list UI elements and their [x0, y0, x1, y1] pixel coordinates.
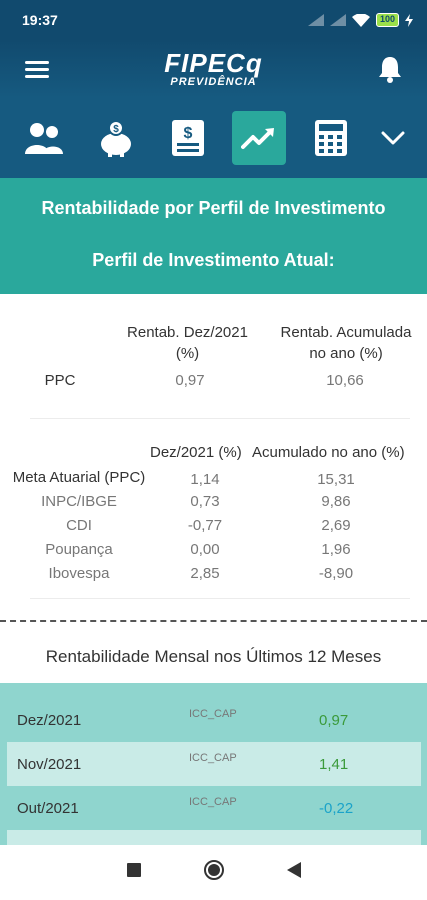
divider: [30, 418, 410, 419]
month-label: Nov/2021: [17, 756, 82, 773]
nav-participants[interactable]: [17, 111, 71, 165]
status-bar: 19:37 100: [0, 0, 427, 40]
status-icons: 100: [307, 13, 413, 27]
notifications-button[interactable]: [375, 54, 405, 84]
signal-icon-2: [329, 14, 346, 26]
index-acum-poupanca: 1,96: [321, 541, 351, 558]
month-label: Dez/2021: [17, 712, 82, 729]
profile-col2-header-line2: no ano (%): [309, 345, 383, 362]
profile-col1-header: Rentab. Dez/2021 (%): [110, 324, 265, 362]
nav-profitability[interactable]: [232, 111, 287, 165]
hamburger-icon: [25, 61, 49, 78]
circle-icon: [203, 860, 224, 880]
page-title: Rentabilidade por Perfil de Investimento: [41, 198, 386, 218]
index-acum-meta: 15,31: [317, 471, 355, 488]
profile-col1-header-line2: (%): [175, 345, 200, 362]
plan-label: ICC_CAP: [189, 796, 237, 808]
indices-table: Dez/2021 (%) Acumulado no ano (%) Meta A…: [0, 420, 427, 600]
divider: [30, 598, 410, 599]
app-header: FIPECq PREVIDÊNCIA: [0, 40, 427, 98]
back-button[interactable]: [286, 862, 301, 883]
document-dollar-icon: $: [171, 120, 204, 156]
plan-label: ICC_CAP: [189, 708, 237, 720]
battery-icon: 100: [375, 13, 399, 27]
index-acum-cdi: 2,69: [321, 517, 351, 534]
index-dez-inpc: 0,73: [190, 493, 220, 510]
list-item[interactable]: Dez/2021 ICC_CAP 0,97: [7, 698, 421, 742]
status-time: 19:37: [22, 12, 58, 28]
profile-col2-header-line1: Rentab. Acumulada: [280, 324, 412, 341]
svg-text:$: $: [113, 124, 119, 135]
wifi-icon: [351, 13, 370, 27]
home-button[interactable]: [203, 859, 225, 886]
signal-icon: [307, 14, 324, 26]
index-label-cdi: CDI: [66, 517, 92, 534]
square-icon: [126, 863, 141, 877]
month-label: Out/2021: [17, 800, 79, 817]
index-acum-ibovespa: -8,90: [318, 565, 354, 582]
profitability-banner: Rentabilidade por Perfil de Investimento…: [0, 178, 427, 294]
index-acum-inpc: 9,86: [321, 493, 351, 510]
calculator-icon: [315, 120, 348, 156]
nav-simulator[interactable]: [304, 111, 358, 165]
list-item-partial: [7, 830, 421, 845]
dashed-divider: [0, 620, 427, 622]
profile-col1-header-line1: Rentab. Dez/2021: [127, 324, 248, 341]
plan-label: ICC_CAP: [189, 752, 237, 764]
index-dez-meta: 1,14: [190, 471, 220, 488]
piggy-bank-icon: $: [100, 120, 131, 157]
list-item[interactable]: Nov/2021 ICC_CAP 1,41: [7, 742, 421, 786]
index-label-poupanca: Poupança: [45, 541, 113, 558]
profile-row-dez: 0,97: [175, 372, 205, 389]
trend-chart-icon: [241, 128, 275, 149]
month-value: 1,41: [319, 756, 349, 773]
monthly-list: Dez/2021 ICC_CAP 0,97 Nov/2021 ICC_CAP 1…: [0, 683, 427, 845]
recents-button[interactable]: [126, 863, 141, 882]
index-dez-poupanca: 0,00: [190, 541, 220, 558]
users-icon: [24, 123, 63, 154]
logo-sub-text: PREVIDÊNCIA: [170, 76, 257, 88]
profile-row-label: PPC: [44, 372, 76, 389]
month-value: 0,97: [319, 712, 349, 729]
indices-col1-header: Dez/2021 (%): [150, 444, 242, 461]
month-value: -0,22: [319, 800, 354, 817]
index-dez-cdi: -0,77: [187, 517, 223, 534]
index-label-meta: Meta Atuarial (PPC): [12, 469, 146, 486]
list-item[interactable]: Out/2021 ICC_CAP -0,22: [7, 786, 421, 830]
index-label-ibovespa: Ibovespa: [48, 565, 110, 582]
app-logo: FIPECq PREVIDÊNCIA: [164, 50, 262, 88]
profile-row-acum: 10,66: [326, 372, 364, 389]
current-profile-heading: Perfil de Investimento Atual:: [92, 250, 335, 270]
profile-col2-header: Rentab. Acumulada no ano (%): [265, 324, 427, 362]
charging-icon: [405, 13, 413, 27]
system-nav-bar: [0, 845, 427, 900]
section-nav: $ $: [0, 98, 427, 178]
svg-text:$: $: [183, 125, 192, 142]
nav-more[interactable]: [376, 111, 410, 165]
bell-icon: [378, 57, 401, 83]
profile-table: Rentab. Dez/2021 (%) Rentab. Acumulada n…: [0, 294, 427, 418]
menu-button[interactable]: [22, 54, 52, 84]
index-dez-ibovespa: 2,85: [190, 565, 220, 582]
chevron-down-icon: [381, 131, 405, 145]
logo-main-text: FIPECq: [164, 48, 263, 78]
nav-statement[interactable]: $: [161, 111, 215, 165]
index-label-inpc: INPC/IBGE: [41, 493, 117, 510]
monthly-title: Rentabilidade Mensal nos Últimos 12 Mese…: [45, 647, 382, 666]
triangle-back-icon: [286, 862, 301, 878]
indices-col2-header: Acumulado no ano (%): [252, 444, 405, 461]
nav-savings[interactable]: $: [89, 111, 143, 165]
